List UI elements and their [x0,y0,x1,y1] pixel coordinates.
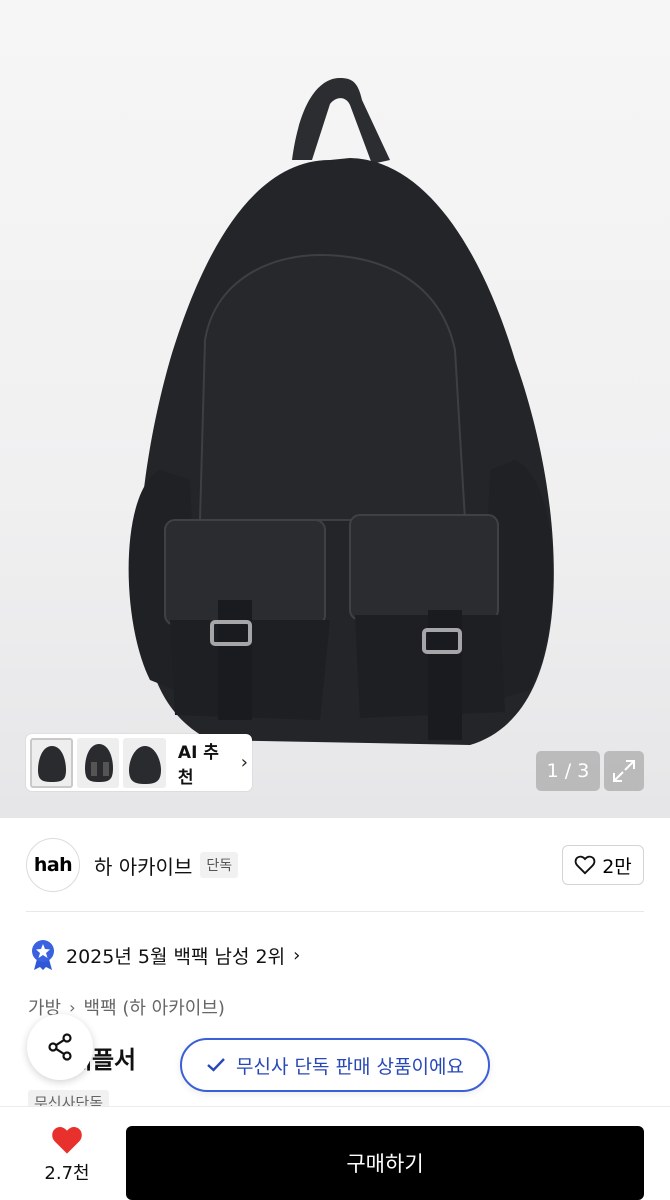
product-image-gallery[interactable]: AI 추천 › 1 / 3 [0,0,670,818]
ai-recommend-chip[interactable]: AI 추천 › [26,734,252,791]
expand-button[interactable] [604,751,644,791]
chevron-right-icon: › [69,997,76,1017]
breadcrumb-item-2[interactable]: 백팩 (하 아카이브) [84,994,225,1020]
share-button[interactable] [27,1014,93,1080]
thumbnail-2[interactable] [76,737,120,788]
bottom-action-bar: 2.7천 구매하기 [0,1106,670,1200]
image-counter: 1 / 3 [536,751,600,791]
ranking-badge-icon [32,940,54,970]
wishlist-count: 2.7천 [44,1163,90,1184]
thumbnail-3[interactable] [123,737,166,788]
buy-button[interactable]: 구매하기 [126,1126,644,1200]
exclusive-tag: 단독 [200,852,239,878]
brand-logo[interactable]: hah [26,838,80,892]
brand-like-button[interactable]: 2만 [562,845,644,885]
brand-like-count: 2만 [602,855,632,878]
wishlist-button[interactable]: 2.7천 [30,1125,104,1185]
expand-icon [613,760,635,782]
share-icon [48,1033,72,1061]
heart-outline-icon [574,855,596,875]
brand-name[interactable]: 하 아카이브 [94,851,192,880]
chevron-right-icon: › [240,752,248,773]
heart-filled-icon [52,1127,82,1154]
backpack-image [128,78,554,745]
ranking-text: 2025년 5월 백팩 남성 2위 [66,945,286,968]
thumbnail-1[interactable] [30,737,73,788]
chevron-right-icon: › [293,944,301,966]
ranking-row[interactable]: 2025년 5월 백팩 남성 2위 › [30,936,300,974]
divider [26,911,644,912]
ai-recommend-label: AI 추천 [177,742,219,788]
brand-row[interactable]: hah 하 아카이브 단독 2만 [26,838,644,892]
toast-text: 무신사 단독 판매 상품이에요 [236,1055,464,1078]
check-icon [207,1058,225,1072]
exclusive-toast: 무신사 단독 판매 상품이에요 [180,1038,490,1092]
